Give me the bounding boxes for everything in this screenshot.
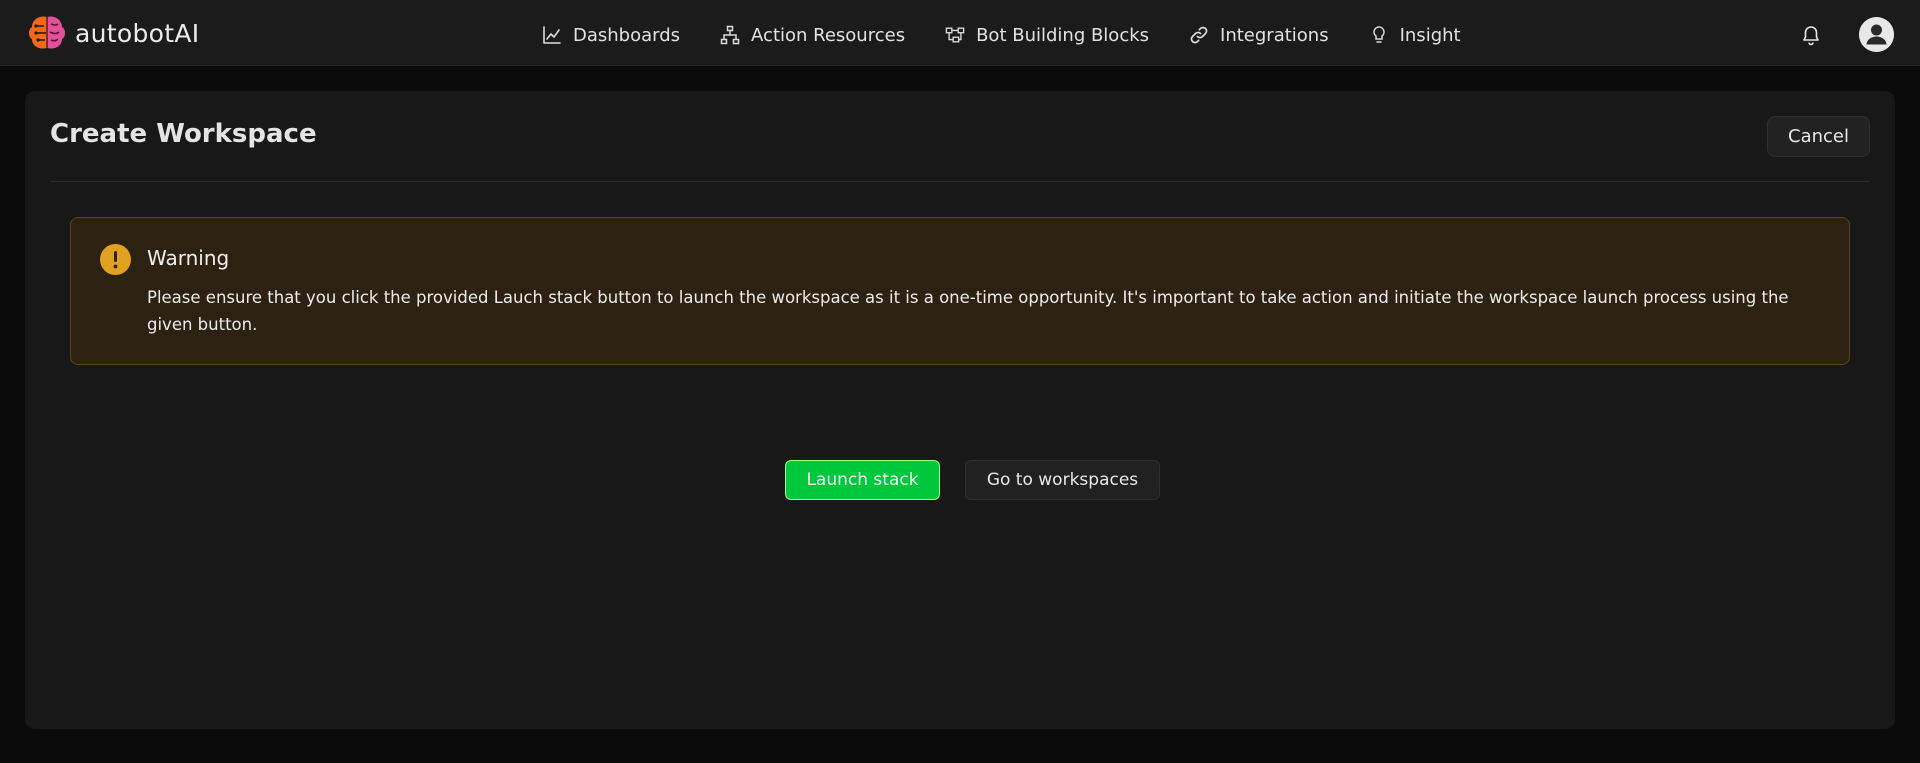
nav-item-insight[interactable]: Insight — [1369, 25, 1461, 46]
top-navbar: autobotAI Dashboards Action Resources Bo… — [0, 0, 1920, 66]
user-avatar-icon — [1859, 17, 1894, 52]
link-icon — [1190, 26, 1208, 44]
line-chart-icon — [543, 26, 561, 44]
nav-item-label: Integrations — [1220, 24, 1329, 46]
alert-message: Please ensure that you click the provide… — [147, 288, 1789, 334]
cancel-button[interactable]: Cancel — [1767, 116, 1870, 157]
nav-item-label: Insight — [1399, 24, 1461, 46]
nav-item-label: Action Resources — [751, 24, 906, 46]
nav-item-dashboards[interactable]: Dashboards — [542, 25, 680, 46]
nav-item-action-resources[interactable]: Action Resources — [720, 25, 905, 46]
main-nav: Dashboards Action Resources Bot Building… — [542, 18, 1461, 52]
alert-title: Warning — [147, 246, 230, 270]
nav-item-label: Dashboards — [573, 24, 681, 46]
header-divider — [50, 181, 1870, 182]
lightbulb-icon — [1372, 26, 1385, 43]
sitemap-icon — [720, 25, 740, 45]
action-buttons: Launch stack Go to workspaces — [785, 460, 1160, 500]
nav-item-bot-building-blocks[interactable]: Bot Building Blocks — [945, 25, 1149, 46]
blocks-icon — [945, 27, 965, 43]
launch-stack-button[interactable]: Launch stack — [785, 460, 940, 500]
create-workspace-card: Create Workspace Cancel Warning Please e… — [25, 91, 1895, 729]
page-title: Create Workspace — [50, 119, 317, 149]
bell-icon[interactable] — [1800, 24, 1822, 46]
go-to-workspaces-button[interactable]: Go to workspaces — [965, 460, 1160, 500]
brand[interactable]: autobotAI — [27, 14, 199, 52]
warning-alert: Warning Please ensure that you click the… — [70, 217, 1850, 365]
brain-logo-icon — [29, 16, 65, 49]
user-avatar[interactable] — [1859, 17, 1894, 52]
warning-exclamation-icon — [100, 244, 131, 275]
nav-item-integrations[interactable]: Integrations — [1189, 25, 1329, 46]
nav-item-label: Bot Building Blocks — [976, 24, 1150, 46]
brand-name: autobotAI — [75, 18, 200, 48]
